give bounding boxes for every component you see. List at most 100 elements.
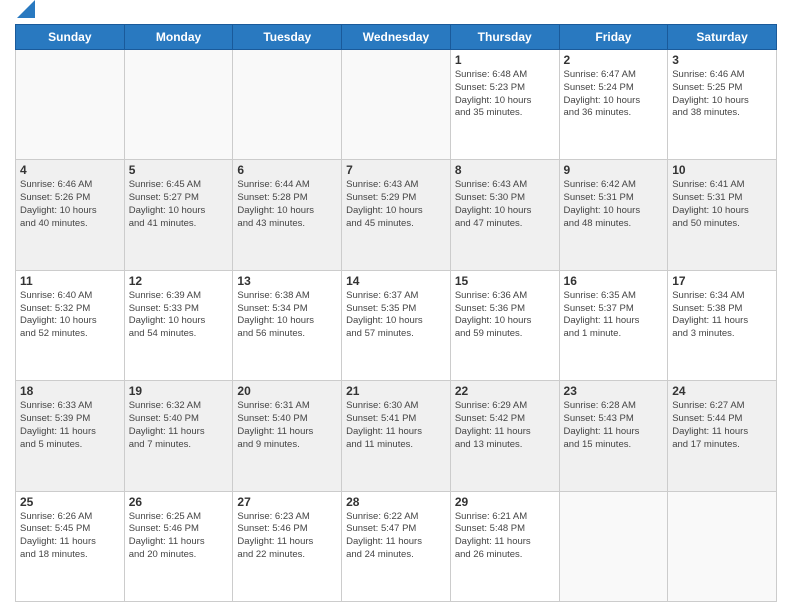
day-info: Sunrise: 6:27 AM Sunset: 5:44 PM Dayligh…	[672, 400, 772, 451]
logo	[15, 14, 35, 18]
day-number: 14	[346, 274, 446, 288]
day-number: 5	[129, 163, 229, 177]
day-info: Sunrise: 6:37 AM Sunset: 5:35 PM Dayligh…	[346, 290, 446, 341]
calendar-day-cell: 13 Sunrise: 6:38 AM Sunset: 5:34 PM Dayli…	[233, 270, 342, 380]
header	[15, 10, 777, 18]
day-info: Sunrise: 6:22 AM Sunset: 5:47 PM Dayligh…	[346, 511, 446, 562]
calendar-day-cell: 17 Sunrise: 6:34 AM Sunset: 5:38 PM Dayli…	[668, 270, 777, 380]
day-number: 21	[346, 384, 446, 398]
calendar-table: SundayMondayTuesdayWednesdayThursdayFrid…	[15, 24, 777, 602]
calendar-day-cell: 24Sunrise: 6:27 AM Sunset: 5:44 PM Dayli…	[668, 381, 777, 491]
calendar-day-cell: 14 Sunrise: 6:37 AM Sunset: 5:35 PM Dayli…	[342, 270, 451, 380]
calendar-week-row: 1 Sunrise: 6:48 AM Sunset: 5:23 PM Daylig…	[16, 50, 777, 160]
day-info: Sunrise: 6:46 AM Sunset: 5:26 PM Dayligh…	[20, 179, 120, 230]
day-number: 7	[346, 163, 446, 177]
calendar-day-cell: 6 Sunrise: 6:44 AM Sunset: 5:28 PM Daylig…	[233, 160, 342, 270]
weekday-header-sunday: Sunday	[16, 25, 125, 50]
day-info: Sunrise: 6:43 AM Sunset: 5:29 PM Dayligh…	[346, 179, 446, 230]
calendar-day-cell: 15 Sunrise: 6:36 AM Sunset: 5:36 PM Dayli…	[450, 270, 559, 380]
calendar-day-cell: 16 Sunrise: 6:35 AM Sunset: 5:37 PM Dayli…	[559, 270, 668, 380]
calendar-day-cell: 4 Sunrise: 6:46 AM Sunset: 5:26 PM Daylig…	[16, 160, 125, 270]
day-info: Sunrise: 6:33 AM Sunset: 5:39 PM Dayligh…	[20, 400, 120, 451]
calendar-day-cell	[559, 491, 668, 601]
calendar-day-cell: 11Sunrise: 6:40 AM Sunset: 5:32 PM Dayli…	[16, 270, 125, 380]
day-info: Sunrise: 6:31 AM Sunset: 5:40 PM Dayligh…	[237, 400, 337, 451]
day-number: 29	[455, 495, 555, 509]
weekday-header-saturday: Saturday	[668, 25, 777, 50]
day-info: Sunrise: 6:26 AM Sunset: 5:45 PM Dayligh…	[20, 511, 120, 562]
day-info: Sunrise: 6:21 AM Sunset: 5:48 PM Dayligh…	[455, 511, 555, 562]
day-number: 18	[20, 384, 120, 398]
day-number: 26	[129, 495, 229, 509]
day-info: Sunrise: 6:29 AM Sunset: 5:42 PM Dayligh…	[455, 400, 555, 451]
day-info: Sunrise: 6:43 AM Sunset: 5:30 PM Dayligh…	[455, 179, 555, 230]
day-number: 23	[564, 384, 664, 398]
day-number: 4	[20, 163, 120, 177]
calendar-day-cell: 18 Sunrise: 6:33 AM Sunset: 5:39 PM Dayli…	[16, 381, 125, 491]
page: SundayMondayTuesdayWednesdayThursdayFrid…	[0, 0, 792, 612]
day-number: 19	[129, 384, 229, 398]
weekday-header-thursday: Thursday	[450, 25, 559, 50]
day-number: 3	[672, 53, 772, 67]
weekday-header-tuesday: Tuesday	[233, 25, 342, 50]
day-number: 1	[455, 53, 555, 67]
day-info: Sunrise: 6:28 AM Sunset: 5:43 PM Dayligh…	[564, 400, 664, 451]
day-number: 22	[455, 384, 555, 398]
calendar-week-row: 4 Sunrise: 6:46 AM Sunset: 5:26 PM Daylig…	[16, 160, 777, 270]
day-info: Sunrise: 6:46 AM Sunset: 5:25 PM Dayligh…	[672, 69, 772, 120]
day-number: 8	[455, 163, 555, 177]
day-info: Sunrise: 6:47 AM Sunset: 5:24 PM Dayligh…	[564, 69, 664, 120]
calendar-day-cell: 26 Sunrise: 6:25 AM Sunset: 5:46 PM Dayli…	[124, 491, 233, 601]
calendar-day-cell: 20 Sunrise: 6:31 AM Sunset: 5:40 PM Dayli…	[233, 381, 342, 491]
day-info: Sunrise: 6:34 AM Sunset: 5:38 PM Dayligh…	[672, 290, 772, 341]
day-number: 9	[564, 163, 664, 177]
calendar-day-cell	[668, 491, 777, 601]
calendar-day-cell: 10Sunrise: 6:41 AM Sunset: 5:31 PM Dayli…	[668, 160, 777, 270]
calendar-week-row: 11Sunrise: 6:40 AM Sunset: 5:32 PM Dayli…	[16, 270, 777, 380]
calendar-day-cell: 12Sunrise: 6:39 AM Sunset: 5:33 PM Dayli…	[124, 270, 233, 380]
weekday-header-wednesday: Wednesday	[342, 25, 451, 50]
day-number: 28	[346, 495, 446, 509]
logo-triangle-icon	[17, 0, 35, 18]
day-number: 27	[237, 495, 337, 509]
calendar-day-cell: 25 Sunrise: 6:26 AM Sunset: 5:45 PM Dayli…	[16, 491, 125, 601]
day-info: Sunrise: 6:38 AM Sunset: 5:34 PM Dayligh…	[237, 290, 337, 341]
day-number: 11	[20, 274, 120, 288]
day-info: Sunrise: 6:48 AM Sunset: 5:23 PM Dayligh…	[455, 69, 555, 120]
calendar-day-cell: 29 Sunrise: 6:21 AM Sunset: 5:48 PM Dayli…	[450, 491, 559, 601]
day-number: 6	[237, 163, 337, 177]
day-number: 2	[564, 53, 664, 67]
calendar-week-row: 18 Sunrise: 6:33 AM Sunset: 5:39 PM Dayli…	[16, 381, 777, 491]
weekday-header-friday: Friday	[559, 25, 668, 50]
day-number: 15	[455, 274, 555, 288]
calendar-week-row: 25 Sunrise: 6:26 AM Sunset: 5:45 PM Dayli…	[16, 491, 777, 601]
day-number: 20	[237, 384, 337, 398]
day-info: Sunrise: 6:35 AM Sunset: 5:37 PM Dayligh…	[564, 290, 664, 341]
calendar-day-cell: 21 Sunrise: 6:30 AM Sunset: 5:41 PM Dayli…	[342, 381, 451, 491]
calendar-day-cell: 3 Sunrise: 6:46 AM Sunset: 5:25 PM Daylig…	[668, 50, 777, 160]
calendar-day-cell: 8 Sunrise: 6:43 AM Sunset: 5:30 PM Daylig…	[450, 160, 559, 270]
calendar-day-cell	[342, 50, 451, 160]
day-info: Sunrise: 6:23 AM Sunset: 5:46 PM Dayligh…	[237, 511, 337, 562]
calendar-day-cell: 27 Sunrise: 6:23 AM Sunset: 5:46 PM Dayli…	[233, 491, 342, 601]
calendar-day-cell: 22 Sunrise: 6:29 AM Sunset: 5:42 PM Dayli…	[450, 381, 559, 491]
calendar-day-cell: 1 Sunrise: 6:48 AM Sunset: 5:23 PM Daylig…	[450, 50, 559, 160]
day-number: 17	[672, 274, 772, 288]
day-number: 25	[20, 495, 120, 509]
day-info: Sunrise: 6:42 AM Sunset: 5:31 PM Dayligh…	[564, 179, 664, 230]
day-number: 13	[237, 274, 337, 288]
calendar-day-cell	[16, 50, 125, 160]
day-number: 16	[564, 274, 664, 288]
day-info: Sunrise: 6:45 AM Sunset: 5:27 PM Dayligh…	[129, 179, 229, 230]
calendar-day-cell	[124, 50, 233, 160]
day-info: Sunrise: 6:25 AM Sunset: 5:46 PM Dayligh…	[129, 511, 229, 562]
weekday-header-monday: Monday	[124, 25, 233, 50]
day-info: Sunrise: 6:36 AM Sunset: 5:36 PM Dayligh…	[455, 290, 555, 341]
calendar-day-cell: 28 Sunrise: 6:22 AM Sunset: 5:47 PM Dayli…	[342, 491, 451, 601]
calendar-day-cell: 23 Sunrise: 6:28 AM Sunset: 5:43 PM Dayli…	[559, 381, 668, 491]
day-info: Sunrise: 6:44 AM Sunset: 5:28 PM Dayligh…	[237, 179, 337, 230]
calendar-day-cell: 2 Sunrise: 6:47 AM Sunset: 5:24 PM Daylig…	[559, 50, 668, 160]
day-info: Sunrise: 6:32 AM Sunset: 5:40 PM Dayligh…	[129, 400, 229, 451]
day-info: Sunrise: 6:30 AM Sunset: 5:41 PM Dayligh…	[346, 400, 446, 451]
day-info: Sunrise: 6:41 AM Sunset: 5:31 PM Dayligh…	[672, 179, 772, 230]
